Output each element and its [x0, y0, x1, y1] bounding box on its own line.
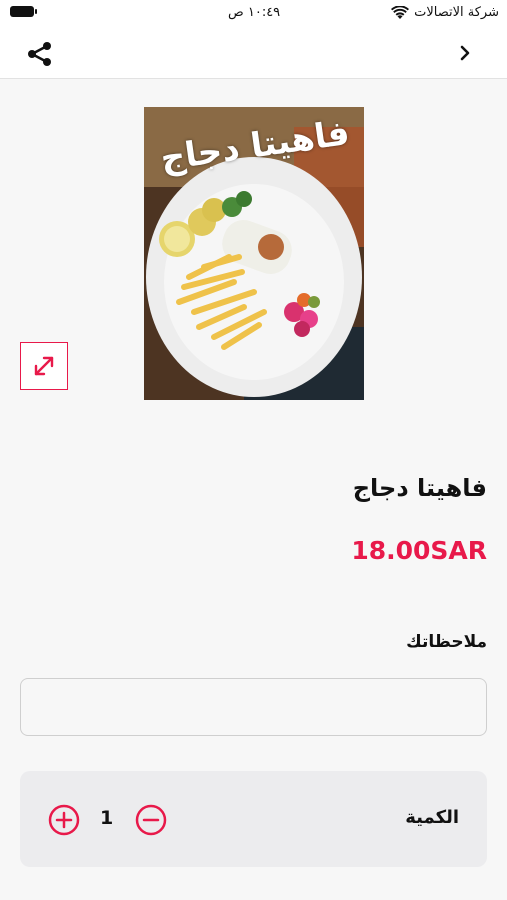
expand-image-button[interactable] — [20, 342, 68, 390]
notes-label: ملاحظاتك — [406, 632, 487, 652]
carrier-name: شركة الاتصالات — [414, 5, 499, 20]
quantity-panel: الكمية 1 — [20, 771, 487, 867]
increase-quantity-button[interactable] — [47, 803, 81, 837]
status-carrier: شركة الاتصالات — [391, 5, 499, 20]
product-name: فاهيتا دجاج — [352, 474, 487, 502]
product-price: 18.00SAR — [351, 536, 487, 565]
product-image[interactable]: فاهيتا دجاج — [144, 107, 364, 400]
status-bar: ١٠:٤٩ ص شركة الاتصالات — [0, 0, 507, 28]
battery-icon — [10, 6, 37, 17]
decrease-quantity-button[interactable] — [134, 803, 168, 837]
status-time: ١٠:٤٩ ص — [228, 5, 281, 20]
quantity-value: 1 — [100, 807, 114, 829]
nav-bar — [0, 28, 507, 79]
share-icon[interactable] — [26, 40, 54, 68]
wifi-icon — [391, 5, 410, 19]
quantity-label: الكمية — [405, 807, 459, 828]
chevron-right-icon[interactable] — [455, 42, 477, 64]
notes-input[interactable] — [20, 678, 487, 736]
expand-icon — [34, 356, 54, 376]
